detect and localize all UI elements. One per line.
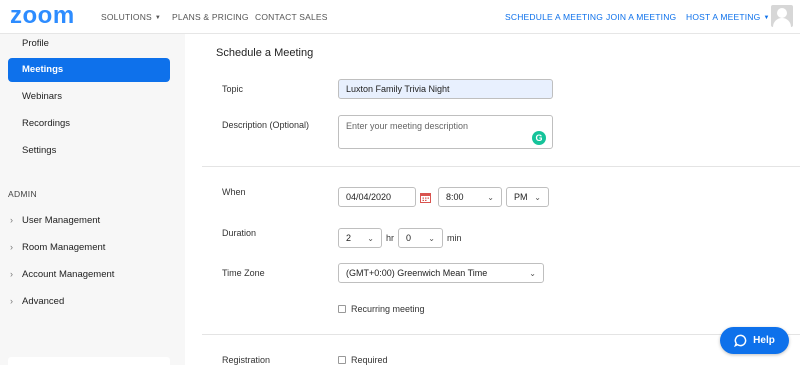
- description-placeholder: Enter your meeting description: [346, 121, 469, 131]
- sidebar-item-advanced[interactable]: › Advanced: [10, 296, 64, 307]
- help-chat-icon: [734, 334, 747, 347]
- avatar-icon[interactable]: [771, 5, 793, 27]
- top-navigation: zoom SOLUTIONS ▼ PLANS & PRICING CONTACT …: [0, 0, 800, 34]
- description-label: Description (Optional): [222, 120, 310, 130]
- nav-solutions-label: SOLUTIONS: [101, 12, 152, 22]
- timezone-value: (GMT+0:00) Greenwich Mean Time: [346, 268, 488, 278]
- registration-option-label: Required: [351, 355, 388, 365]
- chevron-right-icon: ›: [10, 215, 13, 225]
- nav-solutions[interactable]: SOLUTIONS ▼: [101, 12, 161, 22]
- ampm-value: PM: [514, 192, 528, 202]
- description-textarea[interactable]: Enter your meeting description G: [338, 115, 553, 149]
- timezone-label: Time Zone: [222, 268, 265, 278]
- nav-contact-sales[interactable]: CONTACT SALES: [255, 12, 328, 22]
- nav-schedule-meeting[interactable]: SCHEDULE A MEETING: [505, 12, 603, 22]
- time-select[interactable]: 8:00 ⌄: [438, 187, 502, 207]
- topic-label: Topic: [222, 84, 244, 94]
- sidebar-item-profile[interactable]: Profile: [22, 38, 49, 49]
- date-input[interactable]: 04/04/2020: [338, 187, 416, 207]
- sidebar-item-recordings[interactable]: Recordings: [22, 118, 70, 129]
- help-button[interactable]: Help: [720, 327, 789, 354]
- topic-input[interactable]: Luxton Family Trivia Night: [338, 79, 553, 99]
- chevron-down-icon: ⌄: [487, 192, 494, 202]
- nav-join-meeting[interactable]: JOIN A MEETING: [606, 12, 676, 22]
- calendar-icon[interactable]: [420, 192, 431, 203]
- sidebar-footer-card: [8, 357, 170, 365]
- hours-unit: hr: [386, 233, 395, 243]
- recurring-checkbox[interactable]: [338, 305, 346, 313]
- minutes-unit: min: [447, 233, 462, 243]
- sidebar-item-meetings[interactable]: Meetings: [8, 58, 170, 82]
- sidebar-item-account-management[interactable]: › Account Management: [10, 269, 114, 280]
- chevron-down-icon: ⌄: [529, 268, 536, 278]
- chevron-down-icon: ⌄: [534, 192, 541, 202]
- ampm-select[interactable]: PM ⌄: [506, 187, 549, 207]
- admin-heading: ADMIN: [8, 189, 37, 199]
- sidebar-item-label: Advanced: [22, 296, 65, 307]
- chevron-down-icon: ⌄: [428, 233, 435, 243]
- chevron-down-icon: ▼: [763, 15, 770, 21]
- sidebar-item-user-management[interactable]: › User Management: [10, 215, 100, 226]
- chevron-right-icon: ›: [10, 296, 13, 306]
- chevron-down-icon: ⌄: [367, 233, 374, 243]
- schedule-meeting-form: Schedule a Meeting Topic Luxton Family T…: [185, 34, 800, 365]
- sidebar-item-label: User Management: [22, 215, 101, 226]
- page-title: Schedule a Meeting: [216, 47, 314, 59]
- sidebar-item-label: Account Management: [22, 269, 115, 280]
- duration-label: Duration: [222, 228, 257, 238]
- chevron-right-icon: ›: [10, 269, 13, 279]
- nav-host-meeting[interactable]: HOST A MEETING ▼: [686, 12, 770, 22]
- minutes-value: 0: [406, 233, 412, 243]
- time-value: 8:00: [446, 192, 464, 202]
- hours-value: 2: [346, 233, 352, 243]
- sidebar-item-room-management[interactable]: › Room Management: [10, 242, 105, 253]
- sidebar-item-label: Meetings: [22, 64, 64, 75]
- recurring-label: Recurring meeting: [351, 304, 425, 314]
- sidebar-item-label: Room Management: [22, 242, 106, 253]
- when-label: When: [222, 187, 246, 197]
- grammarly-icon[interactable]: G: [532, 131, 546, 145]
- nav-host-meeting-label: HOST A MEETING: [686, 12, 761, 22]
- divider: [202, 166, 800, 167]
- nav-plans-pricing[interactable]: PLANS & PRICING: [172, 12, 249, 22]
- sidebar-item-webinars[interactable]: Webinars: [22, 91, 62, 102]
- chevron-down-icon: ▼: [154, 15, 162, 21]
- zoom-logo[interactable]: zoom: [10, 4, 75, 28]
- timezone-select[interactable]: (GMT+0:00) Greenwich Mean Time ⌄: [338, 263, 544, 283]
- help-label: Help: [753, 335, 775, 346]
- registration-checkbox[interactable]: [338, 356, 346, 364]
- duration-minutes-select[interactable]: 0 ⌄: [398, 228, 443, 248]
- duration-hours-select[interactable]: 2 ⌄: [338, 228, 382, 248]
- sidebar: Profile Meetings Webinars Recordings Set…: [0, 34, 185, 365]
- divider: [202, 334, 800, 335]
- registration-label: Registration: [222, 355, 271, 365]
- sidebar-item-settings[interactable]: Settings: [22, 145, 56, 156]
- chevron-right-icon: ›: [10, 242, 13, 252]
